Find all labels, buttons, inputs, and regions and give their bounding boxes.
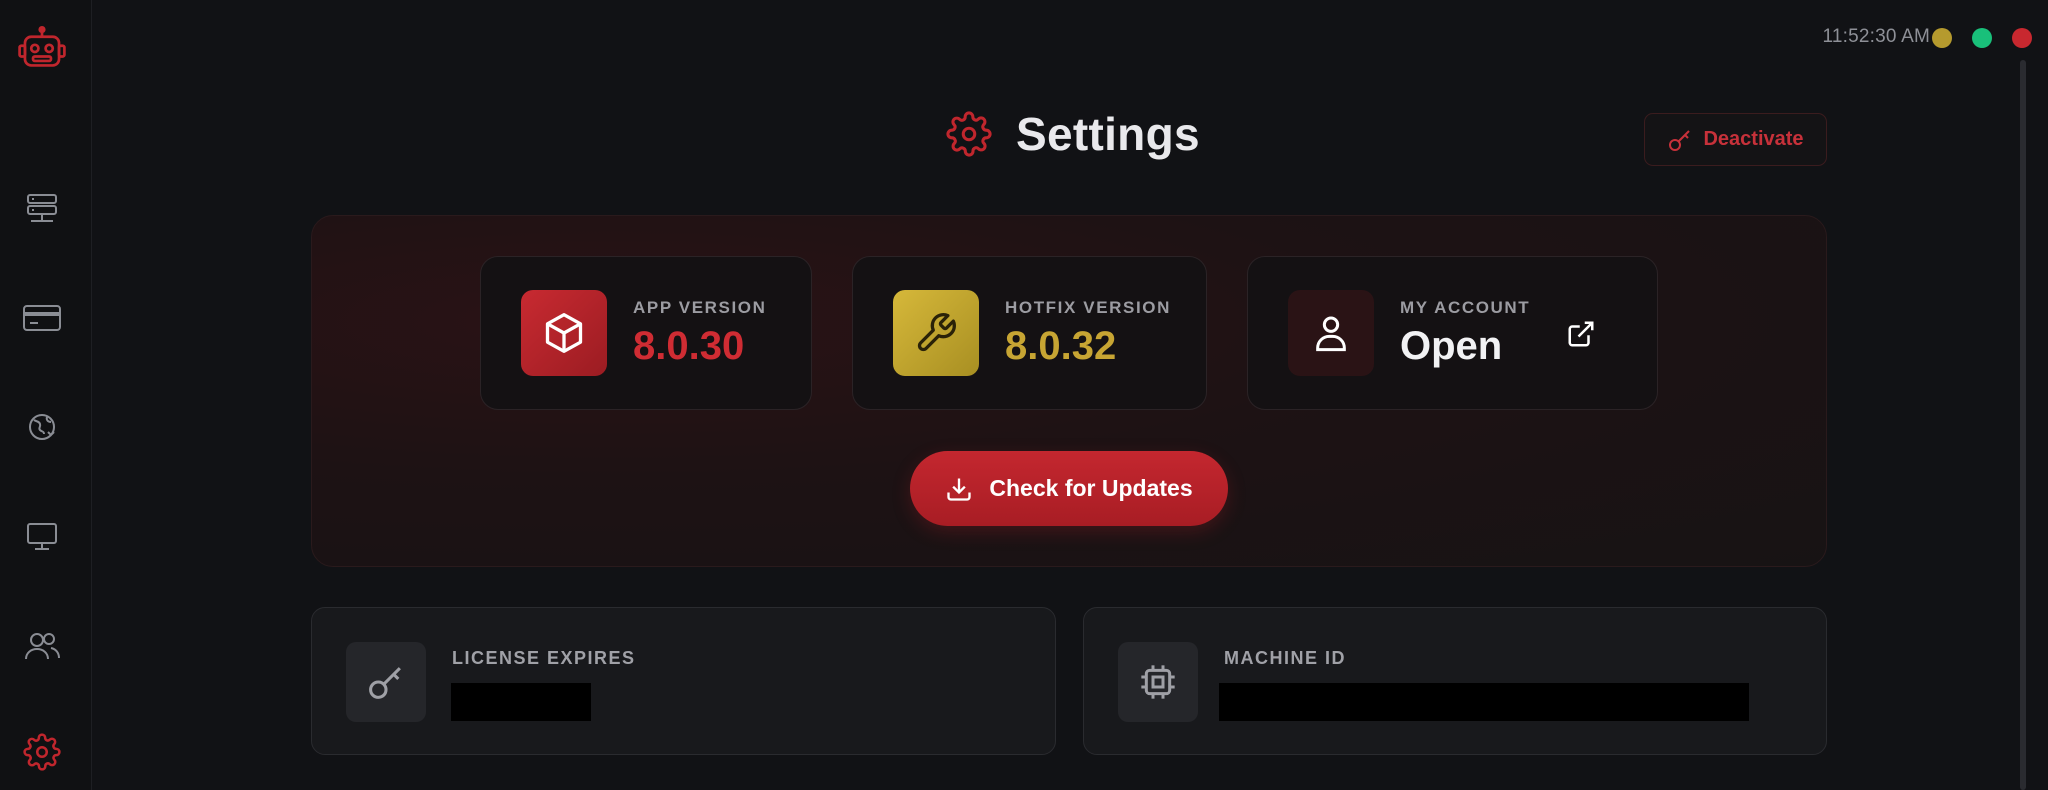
sidebar-item-servers[interactable] bbox=[16, 182, 68, 234]
machine-badge bbox=[1118, 642, 1198, 722]
app-window: 11:52:30 AM Settings Deactivate APP VERS… bbox=[0, 0, 2048, 790]
gear-icon bbox=[946, 111, 992, 157]
machine-id-label: MACHINE ID bbox=[1224, 648, 1346, 668]
sidebar-item-settings[interactable] bbox=[16, 726, 68, 778]
key-icon bbox=[369, 667, 401, 699]
app-version-value: 8.0.30 bbox=[633, 323, 745, 368]
my-account-card[interactable]: MY ACCOUNT Open bbox=[1247, 256, 1658, 410]
monitor-icon bbox=[27, 523, 57, 550]
download-icon bbox=[947, 478, 972, 501]
machine-id-value-redacted bbox=[1219, 683, 1749, 721]
sidebar bbox=[0, 0, 92, 790]
sidebar-item-billing[interactable] bbox=[16, 292, 68, 344]
users-icon bbox=[25, 633, 60, 660]
app-version-label: APP VERSION bbox=[633, 297, 767, 317]
hotfix-version-card: HOTFIX VERSION 8.0.32 bbox=[852, 256, 1207, 410]
wrench-icon bbox=[917, 313, 956, 352]
check-updates-label: Check for Updates bbox=[989, 475, 1193, 501]
key-icon bbox=[1669, 129, 1691, 151]
machine-id-card: MACHINE ID bbox=[1083, 607, 1827, 755]
license-badge bbox=[346, 642, 426, 722]
deactivate-button[interactable]: Deactivate bbox=[1644, 113, 1827, 166]
hotfix-version-label: HOTFIX VERSION bbox=[1005, 297, 1171, 317]
user-icon bbox=[1316, 316, 1346, 352]
deactivate-label: Deactivate bbox=[1703, 128, 1804, 150]
server-stack-icon bbox=[27, 194, 57, 222]
globe-refresh-icon bbox=[29, 414, 55, 440]
cube-icon bbox=[545, 313, 583, 353]
cpu-chip-icon bbox=[1141, 665, 1175, 699]
page-title-group: Settings bbox=[946, 104, 1200, 164]
clock: 11:52:30 AM bbox=[1822, 26, 1930, 47]
my-account-value: Open bbox=[1400, 323, 1503, 368]
sidebar-item-proxies[interactable] bbox=[16, 401, 68, 453]
robot-icon[interactable] bbox=[16, 26, 68, 78]
account-badge bbox=[1288, 290, 1374, 376]
check-updates-button[interactable]: Check for Updates bbox=[910, 451, 1228, 526]
hotfix-version-badge bbox=[893, 290, 979, 376]
page-title: Settings bbox=[1016, 108, 1200, 160]
external-link-icon[interactable] bbox=[1566, 319, 1596, 349]
sidebar-item-users[interactable] bbox=[16, 620, 68, 672]
minimize-button[interactable] bbox=[1932, 28, 1952, 48]
license-label: LICENSE EXPIRES bbox=[452, 648, 636, 668]
license-value-redacted bbox=[451, 683, 591, 721]
app-version-badge bbox=[521, 290, 607, 376]
credit-card-icon bbox=[23, 305, 61, 331]
scrollbar[interactable] bbox=[2020, 60, 2026, 790]
maximize-button[interactable] bbox=[1972, 28, 1992, 48]
license-card: LICENSE EXPIRES bbox=[311, 607, 1056, 755]
gear-icon bbox=[23, 733, 61, 771]
sidebar-item-desktop[interactable] bbox=[16, 510, 68, 562]
app-version-card: APP VERSION 8.0.30 bbox=[480, 256, 812, 410]
my-account-label: MY ACCOUNT bbox=[1400, 297, 1531, 317]
close-button[interactable] bbox=[2012, 28, 2032, 48]
hotfix-version-value: 8.0.32 bbox=[1005, 323, 1117, 368]
